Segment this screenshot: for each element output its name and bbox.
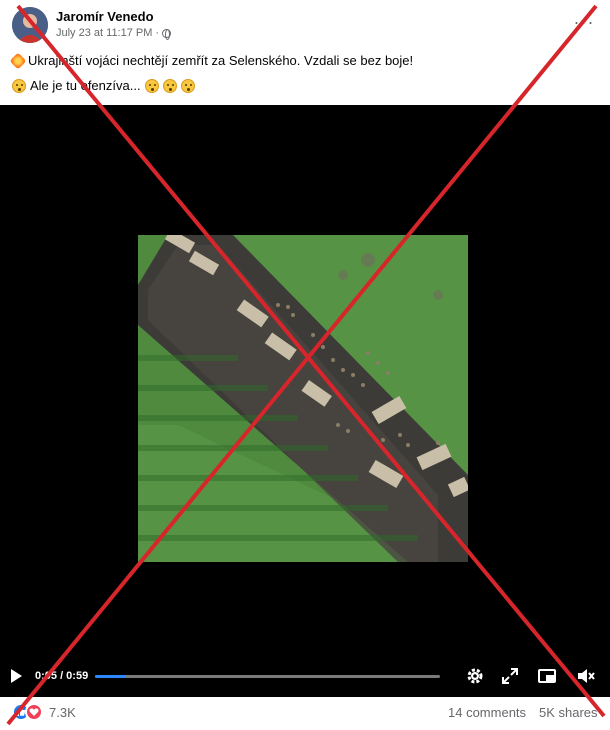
- shares-link[interactable]: 5K shares: [539, 705, 598, 720]
- play-icon[interactable]: [11, 669, 22, 683]
- post-text-line-1: Ukrajinští vojáci nechtějí zemřít za Sel…: [9, 52, 414, 69]
- post-timestamp[interactable]: July 23 at 11:17 PM: [56, 27, 152, 39]
- settings-icon[interactable]: [465, 666, 485, 686]
- picture-in-picture-icon[interactable]: [537, 666, 557, 686]
- expand-icon[interactable]: [500, 666, 520, 686]
- collision-emoji: [9, 52, 27, 69]
- video-player[interactable]: 0:05 / 0:59: [0, 105, 610, 697]
- post-footer: 7.3K 14 comments 5K shares: [0, 697, 610, 730]
- reaction-count: 7.3K: [49, 704, 76, 720]
- thinking-face-emoji: [12, 78, 26, 93]
- author-name[interactable]: Jaromír Venedo: [56, 9, 154, 24]
- video-frame[interactable]: [138, 235, 468, 562]
- comments-link[interactable]: 14 comments: [448, 705, 526, 720]
- post-text-line-2: Ale je tu ofenzíva...: [12, 78, 195, 93]
- flushed-face-emoji: [180, 78, 195, 93]
- avatar[interactable]: [12, 7, 48, 43]
- volume-muted-icon[interactable]: [576, 666, 596, 686]
- flushed-face-emoji: [144, 78, 159, 93]
- progress-bar[interactable]: [95, 675, 440, 678]
- avatar-photo: [12, 7, 48, 43]
- post-meta: July 23 at 11:17 PM ·: [56, 27, 172, 40]
- reactions[interactable]: 7.3K: [12, 703, 76, 721]
- post-text-2: Ale je tu ofenzíva...: [30, 78, 141, 93]
- video-controls: 0:05 / 0:59: [0, 657, 610, 697]
- video-thumbnail: [138, 235, 468, 562]
- video-time: 0:05 / 0:59: [35, 670, 89, 682]
- post-header: Jaromír Venedo July 23 at 11:17 PM · ···: [0, 0, 610, 46]
- globe-icon: [162, 28, 172, 40]
- love-reaction-icon: [25, 703, 43, 721]
- flushed-face-emoji: [162, 78, 177, 93]
- progress-fill: [95, 675, 127, 678]
- post-text-1: Ukrajinští vojáci nechtějí zemřít za Sel…: [28, 53, 414, 68]
- more-options-icon[interactable]: ···: [574, 12, 594, 32]
